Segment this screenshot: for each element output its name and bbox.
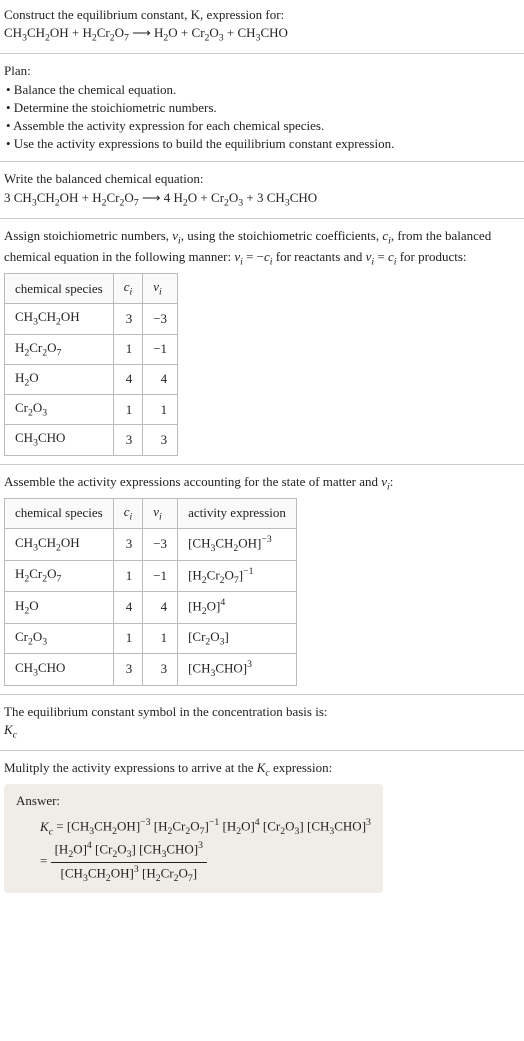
- activity-table: chemical species ci νi activity expressi…: [4, 498, 297, 686]
- divider: [0, 694, 524, 695]
- multiply-section: Mulitply the activity expressions to arr…: [0, 753, 524, 899]
- stoich-intro: Assign stoichiometric numbers, νi, using…: [4, 227, 520, 269]
- col-vi: νi: [143, 498, 178, 528]
- cell-ci: 3: [113, 654, 143, 686]
- answer-equals: =: [40, 853, 51, 868]
- cell-ci: 3: [113, 304, 143, 334]
- divider: [0, 161, 524, 162]
- symbol-line1: The equilibrium constant symbol in the c…: [4, 703, 520, 721]
- col-species: chemical species: [5, 274, 114, 304]
- col-species: chemical species: [5, 498, 114, 528]
- cell-ci: 1: [113, 623, 143, 653]
- plan-section: Plan: • Balance the chemical equation. •…: [0, 56, 524, 159]
- cell-ci: 1: [113, 560, 143, 592]
- plan-item: • Assemble the activity expression for e…: [4, 117, 520, 135]
- divider: [0, 750, 524, 751]
- cell-species: CH3CH2OH: [5, 529, 114, 561]
- cell-species: Cr2O3: [5, 623, 114, 653]
- cell-species: CH3CH2OH: [5, 304, 114, 334]
- stoich-section: Assign stoichiometric numbers, νi, using…: [0, 221, 524, 462]
- stoich-table: chemical species ci νi CH3CH2OH 3 −3 H2C…: [4, 273, 178, 455]
- plan-item: • Balance the chemical equation.: [4, 81, 520, 99]
- table-row: H2Cr2O7 1 −1: [5, 334, 178, 364]
- cell-ci: 1: [113, 334, 143, 364]
- cell-species: H2Cr2O7: [5, 334, 114, 364]
- table-row: H2O 4 4 [H2O]4: [5, 592, 297, 624]
- plan-item: • Use the activity expressions to build …: [4, 135, 520, 153]
- answer-label: Answer:: [16, 792, 371, 810]
- cell-activity: [Cr2O3]: [178, 623, 297, 653]
- activity-intro: Assemble the activity expressions accoun…: [4, 473, 520, 494]
- cell-vi: 4: [143, 592, 178, 624]
- balanced-section: Write the balanced chemical equation: 3 …: [0, 164, 524, 215]
- symbol-section: The equilibrium constant symbol in the c…: [0, 697, 524, 748]
- cell-vi: −3: [143, 529, 178, 561]
- cell-vi: 1: [143, 623, 178, 653]
- header-section: Construct the equilibrium constant, K, e…: [0, 0, 524, 51]
- cell-ci: 4: [113, 364, 143, 394]
- balanced-equation: 3 CH3CH2OH + H2Cr2O7 ⟶ 4 H2O + Cr2O3 + 3…: [4, 189, 520, 210]
- table-row: H2O 4 4: [5, 364, 178, 394]
- answer-fraction: [H2O]4 [Cr2O3] [CH3CHO]3 [CH3CH2OH]3 [H2…: [51, 839, 207, 885]
- answer-frac-den: [CH3CH2OH]3 [H2Cr2O7]: [51, 863, 207, 886]
- header-equation: CH3CH2OH + H2Cr2O7 ⟶ H2O + Cr2O3 + CH3CH…: [4, 24, 520, 45]
- table-row: CH3CH2OH 3 −3 [CH3CH2OH]−3: [5, 529, 297, 561]
- answer-box: Answer: Kc = [CH3CH2OH]−3 [H2Cr2O7]−1 [H…: [4, 784, 383, 893]
- activity-section: Assemble the activity expressions accoun…: [0, 467, 524, 692]
- cell-vi: −3: [143, 304, 178, 334]
- col-ci: ci: [113, 498, 143, 528]
- table-row: CH3CH2OH 3 −3: [5, 304, 178, 334]
- cell-ci: 3: [113, 529, 143, 561]
- cell-ci: 4: [113, 592, 143, 624]
- table-row: H2Cr2O7 1 −1 [H2Cr2O7]−1: [5, 560, 297, 592]
- cell-species: CH3CHO: [5, 425, 114, 455]
- divider: [0, 53, 524, 54]
- table-header-row: chemical species ci νi activity expressi…: [5, 498, 297, 528]
- table-row: Cr2O3 1 1 [Cr2O3]: [5, 623, 297, 653]
- cell-vi: 3: [143, 654, 178, 686]
- cell-ci: 3: [113, 425, 143, 455]
- answer-line1: Kc = [CH3CH2OH]−3 [H2Cr2O7]−1 [H2O]4 [Cr…: [16, 816, 371, 839]
- cell-activity: [CH3CH2OH]−3: [178, 529, 297, 561]
- table-header-row: chemical species ci νi: [5, 274, 178, 304]
- cell-activity: [CH3CHO]3: [178, 654, 297, 686]
- symbol-line2: Kc: [4, 721, 520, 742]
- col-ci: ci: [113, 274, 143, 304]
- table-row: CH3CHO 3 3 [CH3CHO]3: [5, 654, 297, 686]
- table-row: CH3CHO 3 3: [5, 425, 178, 455]
- cell-species: H2O: [5, 592, 114, 624]
- cell-species: CH3CHO: [5, 654, 114, 686]
- cell-activity: [H2O]4: [178, 592, 297, 624]
- cell-ci: 1: [113, 395, 143, 425]
- divider: [0, 218, 524, 219]
- cell-species: H2Cr2O7: [5, 560, 114, 592]
- col-activity: activity expression: [178, 498, 297, 528]
- plan-item: • Determine the stoichiometric numbers.: [4, 99, 520, 117]
- multiply-intro: Mulitply the activity expressions to arr…: [4, 759, 520, 780]
- balanced-title: Write the balanced chemical equation:: [4, 170, 520, 188]
- answer-line2: = [H2O]4 [Cr2O3] [CH3CHO]3 [CH3CH2OH]3 […: [16, 839, 371, 885]
- plan-title: Plan:: [4, 62, 520, 80]
- cell-vi: −1: [143, 334, 178, 364]
- divider: [0, 464, 524, 465]
- cell-species: H2O: [5, 364, 114, 394]
- cell-vi: 3: [143, 425, 178, 455]
- cell-activity: [H2Cr2O7]−1: [178, 560, 297, 592]
- header-line1: Construct the equilibrium constant, K, e…: [4, 6, 520, 24]
- col-vi: νi: [143, 274, 178, 304]
- table-row: Cr2O3 1 1: [5, 395, 178, 425]
- cell-vi: −1: [143, 560, 178, 592]
- cell-species: Cr2O3: [5, 395, 114, 425]
- cell-vi: 1: [143, 395, 178, 425]
- answer-frac-num: [H2O]4 [Cr2O3] [CH3CHO]3: [51, 839, 207, 863]
- cell-vi: 4: [143, 364, 178, 394]
